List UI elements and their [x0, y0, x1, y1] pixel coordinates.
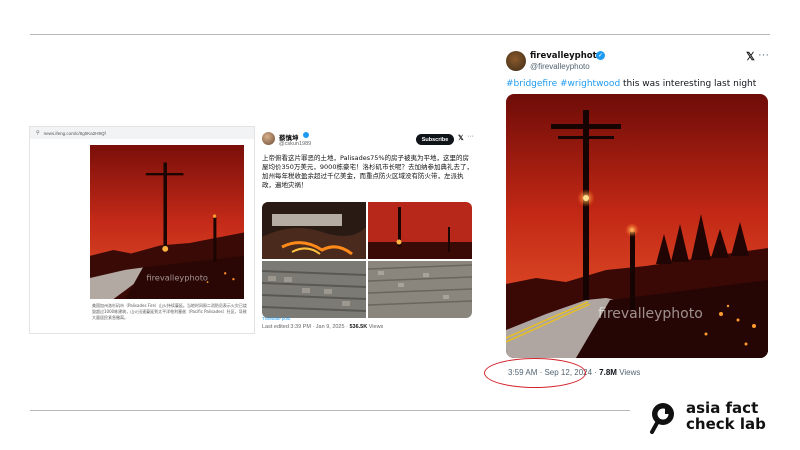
- magnifier-logo-icon: [650, 403, 674, 434]
- tweet-views-count: 536.5K: [349, 324, 368, 330]
- asia-fact-check-lab-logo: asia fact check lab: [648, 398, 778, 438]
- cn-tweet-screenshot: 蔡慎坤 @cskun1989 Subscribe 𝕏 ··· 上帝俯看这片罪恶的…: [258, 126, 478, 334]
- tweet-views-count: 7.8M: [599, 368, 617, 377]
- original-tweet-screenshot: firevalleyphoto ✓ @firevalleyphoto 𝕏 ···…: [500, 44, 772, 384]
- tweet-text-body: this was interesting last night: [620, 79, 757, 89]
- hashtag-wrightwood[interactable]: #wrightwood: [560, 79, 620, 89]
- news-article-screenshot: ⚲ news.ifeng.com/c/8g0Ka2H9Qf firevalley…: [29, 126, 255, 334]
- tweet-views-label: Views: [367, 324, 384, 330]
- tweet-text: #bridgefire #wrightwood this was interes…: [506, 79, 756, 89]
- media-hollywood-sign-fire[interactable]: [262, 202, 366, 259]
- tweet-media-grid: [262, 202, 472, 318]
- media-burned-aerial[interactable]: [368, 261, 472, 318]
- link-icon: ⚲: [36, 130, 40, 136]
- top-divider: [30, 34, 770, 35]
- translate-post-link[interactable]: Translate post: [262, 316, 290, 321]
- tweet-body: 上帝俯看这片罪恶的土地，Palisades75%的房子被夷为平地，这里的房屋均价…: [262, 154, 473, 189]
- tweet-author-name[interactable]: firevalleyphoto: [530, 51, 603, 61]
- x-logo-icon: 𝕏: [746, 51, 755, 63]
- avatar[interactable]: [506, 51, 526, 71]
- news-body-text: 美国加州洛杉矶市（Palisades Fire）山火持续蔓延。当地时间周二消防员…: [92, 303, 247, 320]
- media-burned-neighborhood[interactable]: [262, 261, 366, 318]
- subscribe-button[interactable]: Subscribe: [416, 134, 454, 145]
- news-watermark: firevalleyphoto: [146, 272, 208, 282]
- logo-line-2: check lab: [686, 415, 766, 433]
- verified-badge-icon: [303, 132, 309, 138]
- media-fire-pole[interactable]: [368, 202, 472, 259]
- tweet-author-handle[interactable]: @cskun1989: [279, 141, 311, 147]
- tweet-watermark: firevalleyphoto: [598, 306, 703, 322]
- tweet-timestamp[interactable]: Last edited 3:39 PM · Jan 9, 2025 ·: [262, 324, 349, 330]
- address-bar[interactable]: ⚲ news.ifeng.com/c/8g0Ka2H9Qf: [30, 127, 254, 139]
- avatar[interactable]: [262, 132, 275, 145]
- x-logo-icon: 𝕏: [458, 135, 464, 142]
- tweet-fire-photo[interactable]: firevalleyphoto: [506, 94, 768, 358]
- tweet-meta: Last edited 3:39 PM · Jan 9, 2025 · 536.…: [262, 324, 383, 330]
- tweet-views-label: Views: [616, 368, 641, 377]
- bottom-divider: [30, 410, 630, 411]
- tweet-author-handle[interactable]: @firevalleyphoto: [530, 62, 590, 71]
- more-icon[interactable]: ···: [467, 133, 474, 140]
- hashtag-bridgefire[interactable]: #bridgefire: [506, 79, 557, 89]
- more-icon[interactable]: ···: [758, 49, 769, 61]
- address-url: news.ifeng.com/c/8g0Ka2H9Qf: [43, 130, 106, 136]
- logo-line-1: asia fact: [686, 399, 759, 417]
- verified-badge-icon: ✓: [596, 51, 605, 60]
- news-fire-photo[interactable]: firevalleyphoto: [90, 145, 244, 299]
- timestamp-highlight-circle: [484, 358, 586, 388]
